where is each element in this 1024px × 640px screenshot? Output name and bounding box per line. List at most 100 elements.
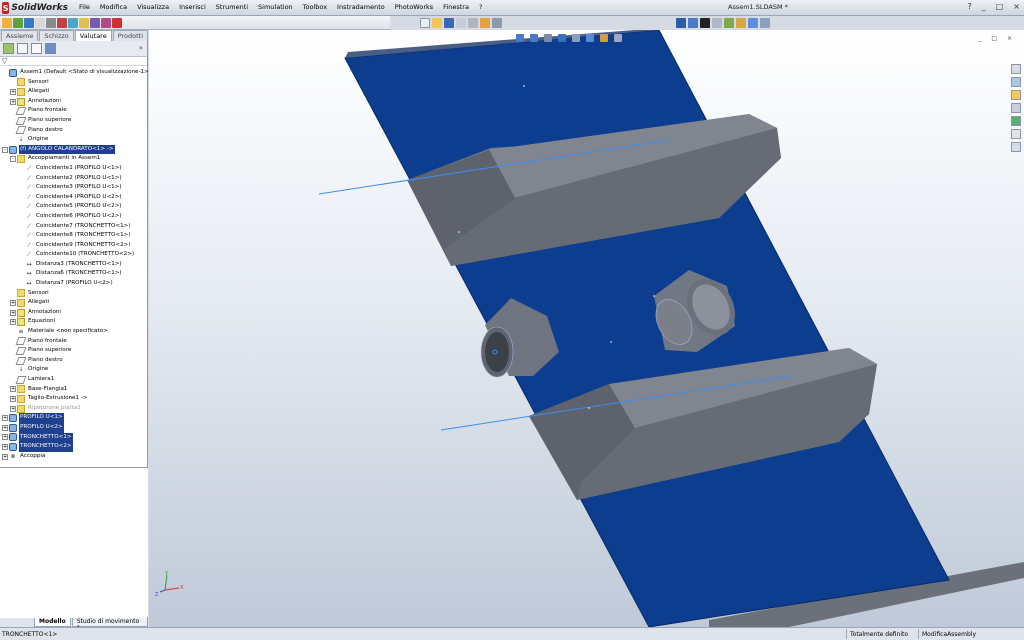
rotate-component-icon[interactable] (46, 17, 56, 28)
display-style-icon[interactable] (748, 18, 758, 28)
appearances-icon[interactable] (1011, 116, 1021, 126)
display-style-icon[interactable] (586, 34, 594, 42)
zoom-to-area-icon[interactable] (530, 34, 538, 42)
rebuild-icon[interactable] (480, 18, 490, 28)
expand-toggle-icon[interactable]: + (10, 319, 16, 326)
move-component-icon[interactable] (35, 17, 45, 28)
apply-scene-icon[interactable] (614, 34, 622, 42)
tree-item[interactable]: ⟋ Coincidente2 (PROFILO U<1>) (0, 174, 147, 184)
menu-strumenti[interactable]: Strumenti (211, 3, 253, 11)
graphics-area[interactable]: X Y Z _ □ × (149, 30, 1024, 627)
save-icon[interactable] (444, 18, 454, 28)
note-icon[interactable] (700, 18, 710, 28)
tree-item[interactable]: Piano frontale (0, 106, 147, 116)
menu-file[interactable]: File (74, 3, 95, 11)
view-orientation-icon[interactable] (760, 18, 770, 28)
expand-toggle-icon[interactable]: + (10, 386, 16, 393)
expand-toggle-icon[interactable]: + (2, 443, 8, 450)
options-icon[interactable] (492, 18, 502, 28)
bottom-tab-model[interactable]: Modello (34, 618, 71, 627)
tree-item[interactable]: Piano destro (0, 126, 147, 136)
tree-item[interactable]: + Allegati (0, 87, 147, 97)
close-button[interactable]: × (1013, 2, 1020, 11)
zoom-to-fit-icon[interactable] (516, 34, 524, 42)
tree-item[interactable]: Piano superiore (0, 116, 147, 126)
tree-item[interactable]: ↔ Distanza7 (PROFILO U<2>) (0, 279, 147, 289)
menu-modifica[interactable]: Modifica (95, 3, 132, 11)
tree-item[interactable]: + TRONCHETTO<2> (0, 442, 147, 452)
expand-toggle-icon[interactable]: + (10, 309, 16, 316)
tree-item[interactable]: ↔ Distanza3 (TRONCHETTO<1>) (0, 260, 147, 270)
menu-inserisci[interactable]: Inserisci (174, 3, 211, 11)
plate-angolo-calandrato[interactable] (344, 30, 950, 627)
tree-item[interactable]: + Annotazioni (0, 308, 147, 318)
menu-finestra[interactable]: Finestra (438, 3, 474, 11)
tree-item[interactable]: Piano superiore (0, 346, 147, 356)
tree-item[interactable]: ↔ Distanza6 (TRONCHETTO<1>) (0, 269, 147, 279)
tree-item[interactable]: + Ripetizione piatta1 (0, 404, 147, 414)
tree-item[interactable]: ⟋ Coincidente1 (PROFILO U<1>) (0, 164, 147, 174)
tree-item[interactable]: ⟋ Coincidente7 (TRONCHETTO<1>) (0, 222, 147, 232)
menu-instradamento[interactable]: Instradamento (332, 3, 390, 11)
minimize-button[interactable]: _ (982, 2, 986, 11)
tree-item[interactable]: Lamiera1 (0, 375, 147, 385)
file-explorer-icon[interactable] (1011, 90, 1021, 100)
open-icon[interactable] (432, 18, 442, 28)
view-palette-icon[interactable] (1011, 103, 1021, 113)
new-document-icon[interactable] (420, 18, 430, 28)
expand-toggle-icon[interactable]: + (2, 424, 8, 431)
tree-item[interactable]: + ⊗ Accoppia (0, 452, 147, 462)
tree-item[interactable]: ⟋ Coincidente6 (PROFILO U<2>) (0, 212, 147, 222)
previous-view-icon[interactable] (544, 34, 552, 42)
tree-item[interactable]: Piano frontale (0, 337, 147, 347)
tree-item[interactable]: ≡ Materiale <non specificato> (0, 327, 147, 337)
appearance-icon[interactable] (112, 17, 122, 28)
tree-item[interactable]: ↓ Origine (0, 135, 147, 145)
property-manager-icon[interactable] (17, 43, 28, 54)
mate-icon[interactable] (24, 17, 34, 28)
undo-icon[interactable] (468, 18, 478, 28)
section-view-icon[interactable] (736, 18, 746, 28)
tree-item[interactable]: + Taglio-Estrusione1 -> (0, 394, 147, 404)
viewport-window-controls[interactable]: _ □ × (978, 35, 1016, 42)
tab-valutare[interactable]: Valutare (74, 30, 112, 41)
expand-toggle-icon[interactable]: + (2, 415, 8, 422)
tree-filter[interactable]: ▽ (0, 57, 147, 66)
forum-icon[interactable] (1011, 142, 1021, 152)
smart-fasteners-icon[interactable] (57, 17, 67, 28)
filter-icon[interactable]: ▽ (2, 57, 7, 65)
menu-simulation[interactable]: Simulation (253, 3, 298, 11)
expand-toggle-icon[interactable]: - (2, 146, 8, 153)
tree-item[interactable]: Sensori (0, 289, 147, 299)
display-manager-icon[interactable] (45, 43, 56, 54)
configuration-manager-icon[interactable] (31, 43, 42, 54)
expand-toggle-icon[interactable]: + (10, 405, 16, 412)
solidworks-logo[interactable]: S SolidWorks (2, 1, 68, 15)
expand-toggle-icon[interactable]: - (10, 156, 16, 163)
custom-properties-icon[interactable] (1011, 129, 1021, 139)
explode-view-icon[interactable] (68, 17, 78, 28)
design-library-icon[interactable] (1011, 77, 1021, 87)
tree-item[interactable]: ⟋ Coincidente3 (PROFILO U<1>) (0, 183, 147, 193)
menu-visualizza[interactable]: Visualizza (132, 3, 174, 11)
tree-item[interactable]: ⟋ Coincidente8 (TRONCHETTO<1>) (0, 231, 147, 241)
tree-item[interactable]: + TRONCHETTO<1> (0, 432, 147, 443)
hide-show-items-icon[interactable] (600, 34, 608, 42)
measure-icon[interactable] (712, 18, 722, 28)
reference-geometry-icon[interactable] (101, 17, 111, 28)
tab-assieme[interactable]: Assieme (1, 30, 39, 41)
expand-toggle-icon[interactable]: + (2, 434, 8, 441)
tree-item[interactable]: + Annotazioni (0, 97, 147, 107)
restore-button[interactable]: □ (996, 2, 1004, 11)
sketch-icon[interactable] (676, 18, 686, 28)
solidworks-resources-icon[interactable] (1011, 64, 1021, 74)
tree-item[interactable]: + Equazioni (0, 317, 147, 327)
mass-properties-icon[interactable] (724, 18, 734, 28)
section-view-icon[interactable] (558, 34, 566, 42)
tab-schizzo[interactable]: Schizzo (39, 30, 74, 41)
tree-item[interactable]: Assem1 (Default <Stato di visualizzazion… (0, 68, 151, 78)
expand-panel-icon[interactable]: » (139, 44, 143, 52)
view-orientation-icon[interactable] (572, 34, 580, 42)
tree-item[interactable]: Piano destro (0, 356, 147, 366)
tree-item[interactable]: ⟋ Coincidente4 (PROFILO U<2>) (0, 193, 147, 203)
